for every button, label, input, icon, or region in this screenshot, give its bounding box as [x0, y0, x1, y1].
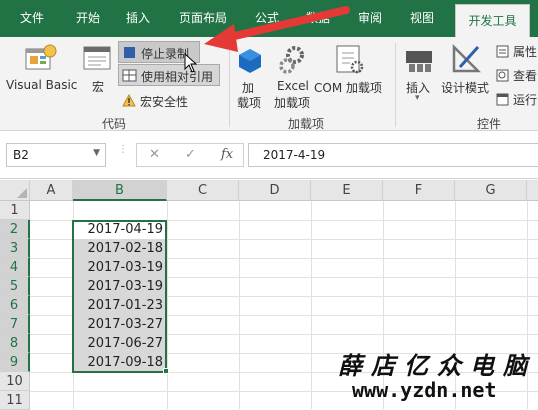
tab-developer[interactable]: 开发工具	[455, 4, 530, 37]
relative-reference-label: 使用相对引用	[141, 70, 214, 84]
column-header[interactable]: C	[167, 180, 239, 201]
formula-input[interactable]: 2017-4-19	[248, 143, 538, 167]
formula-bar: B2 ▼ ⋮ ✕ ✓ fx 2017-4-19	[0, 131, 538, 179]
name-box-value: B2	[13, 148, 29, 162]
column-header[interactable]: G	[455, 180, 527, 201]
chevron-down-icon[interactable]: ▼	[93, 148, 100, 158]
design-mode-icon[interactable]	[450, 43, 482, 78]
properties-icon	[496, 45, 509, 58]
row-header[interactable]: 6	[0, 296, 30, 315]
row-header[interactable]: 8	[0, 334, 30, 353]
row-header[interactable]: 9	[0, 353, 30, 372]
insert-function-icon[interactable]: fx	[221, 147, 233, 162]
tab-home[interactable]: 开始	[64, 0, 112, 37]
column-header[interactable]: D	[239, 180, 311, 201]
column-header[interactable]	[527, 180, 538, 201]
red-arrow-annotation	[204, 6, 350, 52]
watermark-title: 薛店亿众电脑	[338, 351, 536, 380]
formula-bar-grip-icon[interactable]: ⋮	[118, 145, 128, 163]
select-all-triangle-icon	[17, 188, 27, 198]
column-header[interactable]: B	[73, 180, 167, 201]
insert-controls-icon[interactable]	[404, 45, 434, 78]
chevron-down-icon[interactable]: ▾	[415, 93, 420, 103]
row-header[interactable]: 7	[0, 315, 30, 334]
stop-recording-label: 停止录制	[141, 47, 190, 61]
properties-label: 属性	[513, 45, 538, 59]
cancel-icon[interactable]: ✕	[149, 147, 160, 162]
enter-icon[interactable]: ✓	[185, 147, 196, 162]
macro-icon[interactable]	[83, 45, 111, 76]
view-code-label: 查看	[513, 69, 538, 83]
row-header[interactable]: 10	[0, 372, 30, 391]
relative-grid-icon	[122, 69, 137, 82]
warning-icon	[122, 94, 136, 107]
design-mode-label[interactable]: 设计模式	[441, 79, 489, 96]
grid-line	[239, 201, 240, 409]
row-header[interactable]: 2	[0, 220, 30, 239]
fill-handle[interactable]	[163, 368, 169, 374]
addins-label-line2[interactable]: 载项	[237, 94, 261, 111]
tab-view[interactable]: 视图	[396, 0, 448, 37]
stop-square-icon	[124, 47, 135, 58]
row-header[interactable]: 1	[0, 201, 30, 220]
group-divider	[395, 43, 396, 127]
code-group-label: 代码	[102, 117, 127, 131]
formula-buttons: ✕ ✓ fx	[136, 143, 244, 167]
column-header[interactable]: E	[311, 180, 383, 201]
watermark-url: www.yzdn.net	[352, 378, 497, 402]
grid-line	[311, 201, 312, 409]
select-all-corner[interactable]	[0, 180, 30, 201]
visual-basic-icon[interactable]	[24, 43, 58, 76]
column-header[interactable]: A	[30, 180, 73, 201]
run-dialog-label: 运行	[513, 93, 538, 107]
relative-reference-button[interactable]: 使用相对引用	[118, 64, 220, 86]
view-code-icon	[496, 69, 509, 82]
addins-group-label: 加载项	[288, 117, 325, 131]
visual-basic-label[interactable]: Visual Basic	[6, 78, 77, 92]
row-header[interactable]: 11	[0, 391, 30, 410]
controls-group-label: 控件	[477, 117, 502, 131]
macro-label[interactable]: 宏	[92, 78, 104, 95]
grid-line	[167, 201, 168, 409]
column-header[interactable]: F	[383, 180, 455, 201]
macro-security-button[interactable]: 宏安全性	[122, 91, 222, 111]
row-header[interactable]: 5	[0, 277, 30, 296]
excel-addins-label-line1[interactable]: Excel	[277, 79, 309, 93]
macro-security-label: 宏安全性	[140, 95, 189, 109]
tab-file[interactable]: 文件	[0, 0, 64, 37]
formula-input-value: 2017-4-19	[263, 148, 326, 162]
excel-addins-label-line2[interactable]: 加载项	[274, 94, 310, 111]
tab-insert[interactable]: 插入	[112, 0, 164, 37]
selection-range	[72, 220, 167, 373]
row-header[interactable]: 3	[0, 239, 30, 258]
com-addins-label[interactable]: COM 加载项	[314, 79, 382, 96]
run-dialog-icon	[496, 93, 509, 106]
name-box[interactable]: B2 ▼	[6, 143, 106, 167]
row-header[interactable]: 4	[0, 258, 30, 277]
